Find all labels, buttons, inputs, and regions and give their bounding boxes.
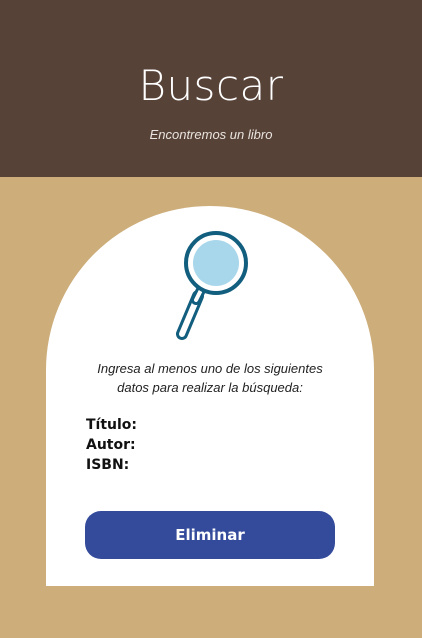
field-author-label: Autor:: [86, 437, 136, 453]
field-title-label: Título:: [86, 417, 138, 433]
search-card: Ingresa al menos uno de los siguientes d…: [46, 206, 374, 586]
page-title: Buscar: [138, 61, 284, 110]
page-subtitle: Encontremos un libro: [149, 127, 273, 142]
search-instructions: Ingresa al menos uno de los siguientes d…: [46, 359, 374, 397]
instructions-line-2: datos para realizar la búsqueda:: [117, 380, 303, 395]
magnifying-glass-icon: [166, 230, 266, 350]
header-bar: Buscar Encontremos un libro: [0, 0, 422, 177]
instructions-line-1: Ingresa al menos uno de los siguientes: [97, 361, 323, 376]
delete-button[interactable]: Eliminar: [85, 511, 335, 559]
search-fields: Título: Autor: ISBN:: [86, 415, 336, 475]
field-isbn-label: ISBN:: [86, 457, 130, 473]
